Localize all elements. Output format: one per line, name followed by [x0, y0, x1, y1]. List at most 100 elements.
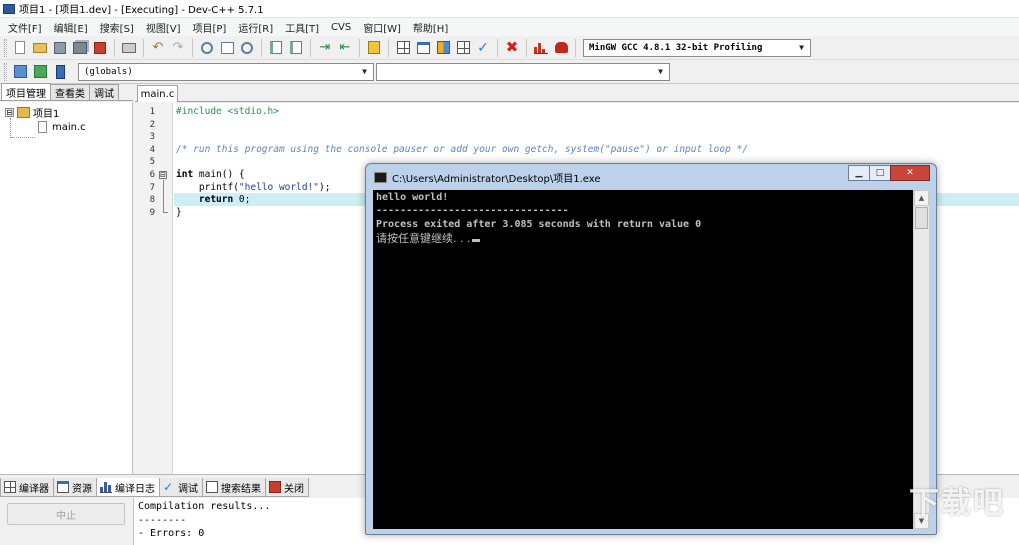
unindent-button[interactable]: ⇤ [336, 39, 354, 57]
watermark-logo: 下载吧 [909, 486, 1005, 521]
console-output[interactable]: hello world! ---------------------------… [373, 190, 929, 529]
tab-close[interactable]: 关闭 [265, 478, 309, 497]
find-next-button[interactable] [238, 39, 256, 57]
bookmark-button[interactable] [365, 39, 383, 57]
undo-button[interactable]: ↶ [149, 39, 167, 57]
menu-tools[interactable]: 工具[T] [279, 20, 325, 35]
tab-compile-log[interactable]: 编译日志 [96, 478, 160, 497]
menu-project[interactable]: 项目[P] [187, 20, 233, 35]
print-icon [122, 42, 136, 53]
code-line-8: return 0; [176, 194, 251, 207]
console-window-buttons: ▁ □ ✕ [848, 165, 930, 181]
close-file-button[interactable] [91, 39, 109, 57]
run-button[interactable] [414, 39, 432, 57]
toolbar-separator [497, 38, 498, 57]
tab-classes[interactable]: 查看类 [50, 84, 90, 100]
collapse-icon[interactable]: ⊟ [5, 108, 14, 117]
open-button[interactable] [31, 39, 49, 57]
member-select[interactable]: ▼ [376, 62, 670, 81]
new-file-icon [15, 41, 25, 54]
chevron-down-icon[interactable]: ▼ [795, 41, 808, 55]
print-button[interactable] [120, 39, 138, 57]
tab-close-label: 关闭 [284, 483, 304, 495]
tree-connector [11, 137, 35, 138]
maximize-button[interactable]: □ [869, 165, 891, 181]
tab-resources[interactable]: 资源 [53, 478, 97, 497]
menu-search[interactable]: 搜索[S] [94, 20, 140, 35]
scope-select[interactable]: (globals) ▼ [78, 62, 374, 81]
line-number: 4 [149, 144, 155, 155]
check-icon: ✓ [477, 39, 489, 56]
tab-project[interactable]: 项目管理 [1, 83, 51, 100]
compile-button[interactable] [394, 39, 412, 57]
tab-resources-label: 资源 [72, 483, 92, 495]
goto-function-button[interactable] [287, 39, 305, 57]
save-button[interactable] [51, 39, 69, 57]
menu-view[interactable]: 视图[V] [140, 20, 187, 35]
compile-icon [396, 41, 410, 54]
menu-execute[interactable]: 运行[R] [232, 20, 279, 35]
menu-file[interactable]: 文件[F] [2, 20, 48, 35]
compile-run-button[interactable] [434, 39, 452, 57]
tab-debug[interactable]: 调试 [89, 84, 119, 100]
console-title-bar[interactable]: C:\Users\Administrator\Desktop\项目1.exe ▁… [366, 164, 936, 190]
close-button[interactable]: ✕ [890, 165, 930, 181]
rebuild-all-button[interactable] [454, 39, 472, 57]
stop-execution-button[interactable]: ✖ [503, 39, 521, 57]
new-file-button[interactable] [11, 39, 29, 57]
toolbar-separator [526, 38, 527, 57]
undo-icon: ↶ [152, 40, 164, 55]
compiler-select-value: MinGW GCC 4.8.1 32-bit Profiling [589, 42, 763, 53]
menu-bar: 文件[F] 编辑[E] 搜索[S] 视图[V] 项目[P] 运行[R] 工具[T… [0, 18, 1019, 36]
line-number: 3 [149, 132, 155, 143]
scroll-thumb[interactable] [915, 207, 928, 229]
menu-edit[interactable]: 编辑[E] [48, 20, 94, 35]
console-prompt: 请按任意键继续. . . [376, 232, 471, 245]
minimize-button[interactable]: ▁ [848, 165, 870, 181]
scroll-up-icon[interactable]: ▲ [914, 190, 929, 206]
menu-help[interactable]: 帮助[H] [407, 20, 454, 35]
code-printf: printf( [176, 181, 239, 193]
compiler-select[interactable]: MinGW GCC 4.8.1 32-bit Profiling ▼ [583, 38, 811, 57]
goto-line-button[interactable] [267, 39, 285, 57]
debug-button[interactable] [552, 39, 570, 57]
chevron-down-icon[interactable]: ▼ [358, 65, 371, 79]
tree-item-file[interactable]: main.c [38, 121, 86, 133]
editor-tabs: main.c [135, 84, 1019, 102]
menu-window[interactable]: 窗口[W] [357, 20, 407, 35]
abort-button[interactable]: 中止 [7, 503, 125, 525]
console-window[interactable]: C:\Users\Administrator\Desktop\项目1.exe ▁… [365, 163, 937, 535]
tab-compiler[interactable]: 编译器 [0, 478, 54, 497]
new-class-button[interactable] [11, 63, 29, 81]
toolbar-grip[interactable] [4, 62, 7, 81]
profile-button[interactable] [532, 39, 550, 57]
tab-compiler-label: 编译器 [19, 483, 49, 495]
insert-button[interactable] [31, 63, 49, 81]
goto-line-icon [270, 41, 282, 54]
code-line-1: #include <stdio.h> [176, 106, 279, 119]
syntax-check-button[interactable]: ✓ [474, 39, 492, 57]
indent-icon: ⇥ [319, 40, 331, 55]
redo-button[interactable]: ↷ [169, 39, 187, 57]
indent-button[interactable]: ⇥ [316, 39, 334, 57]
bookmark-icon [368, 41, 380, 54]
console-line: hello world! [376, 192, 449, 203]
fold-collapse-icon[interactable]: ⊟ [159, 171, 167, 179]
output-tabs: 编译器 资源 编译日志 ✓ 调试 搜索结果 关闭 [0, 478, 309, 497]
line-number: 9 [149, 207, 155, 218]
stop-icon: ✖ [505, 38, 519, 56]
menu-cvs[interactable]: CVS [325, 22, 357, 33]
compile-log-icon [100, 481, 112, 493]
find-button[interactable] [198, 39, 216, 57]
tree-item-project[interactable]: ⊟ 项目1 [5, 105, 59, 120]
tab-main-c[interactable]: main.c [137, 85, 178, 102]
class-member-button[interactable] [51, 63, 69, 81]
toolbar-separator [359, 38, 360, 57]
toolbar-grip[interactable] [4, 38, 7, 57]
tab-debug-output[interactable]: ✓ 调试 [159, 478, 203, 497]
tab-search-results[interactable]: 搜索结果 [202, 478, 266, 497]
chevron-down-icon[interactable]: ▼ [654, 65, 667, 79]
code-return-value: 0; [233, 194, 251, 206]
replace-button[interactable] [218, 39, 236, 57]
save-all-button[interactable] [71, 39, 89, 57]
